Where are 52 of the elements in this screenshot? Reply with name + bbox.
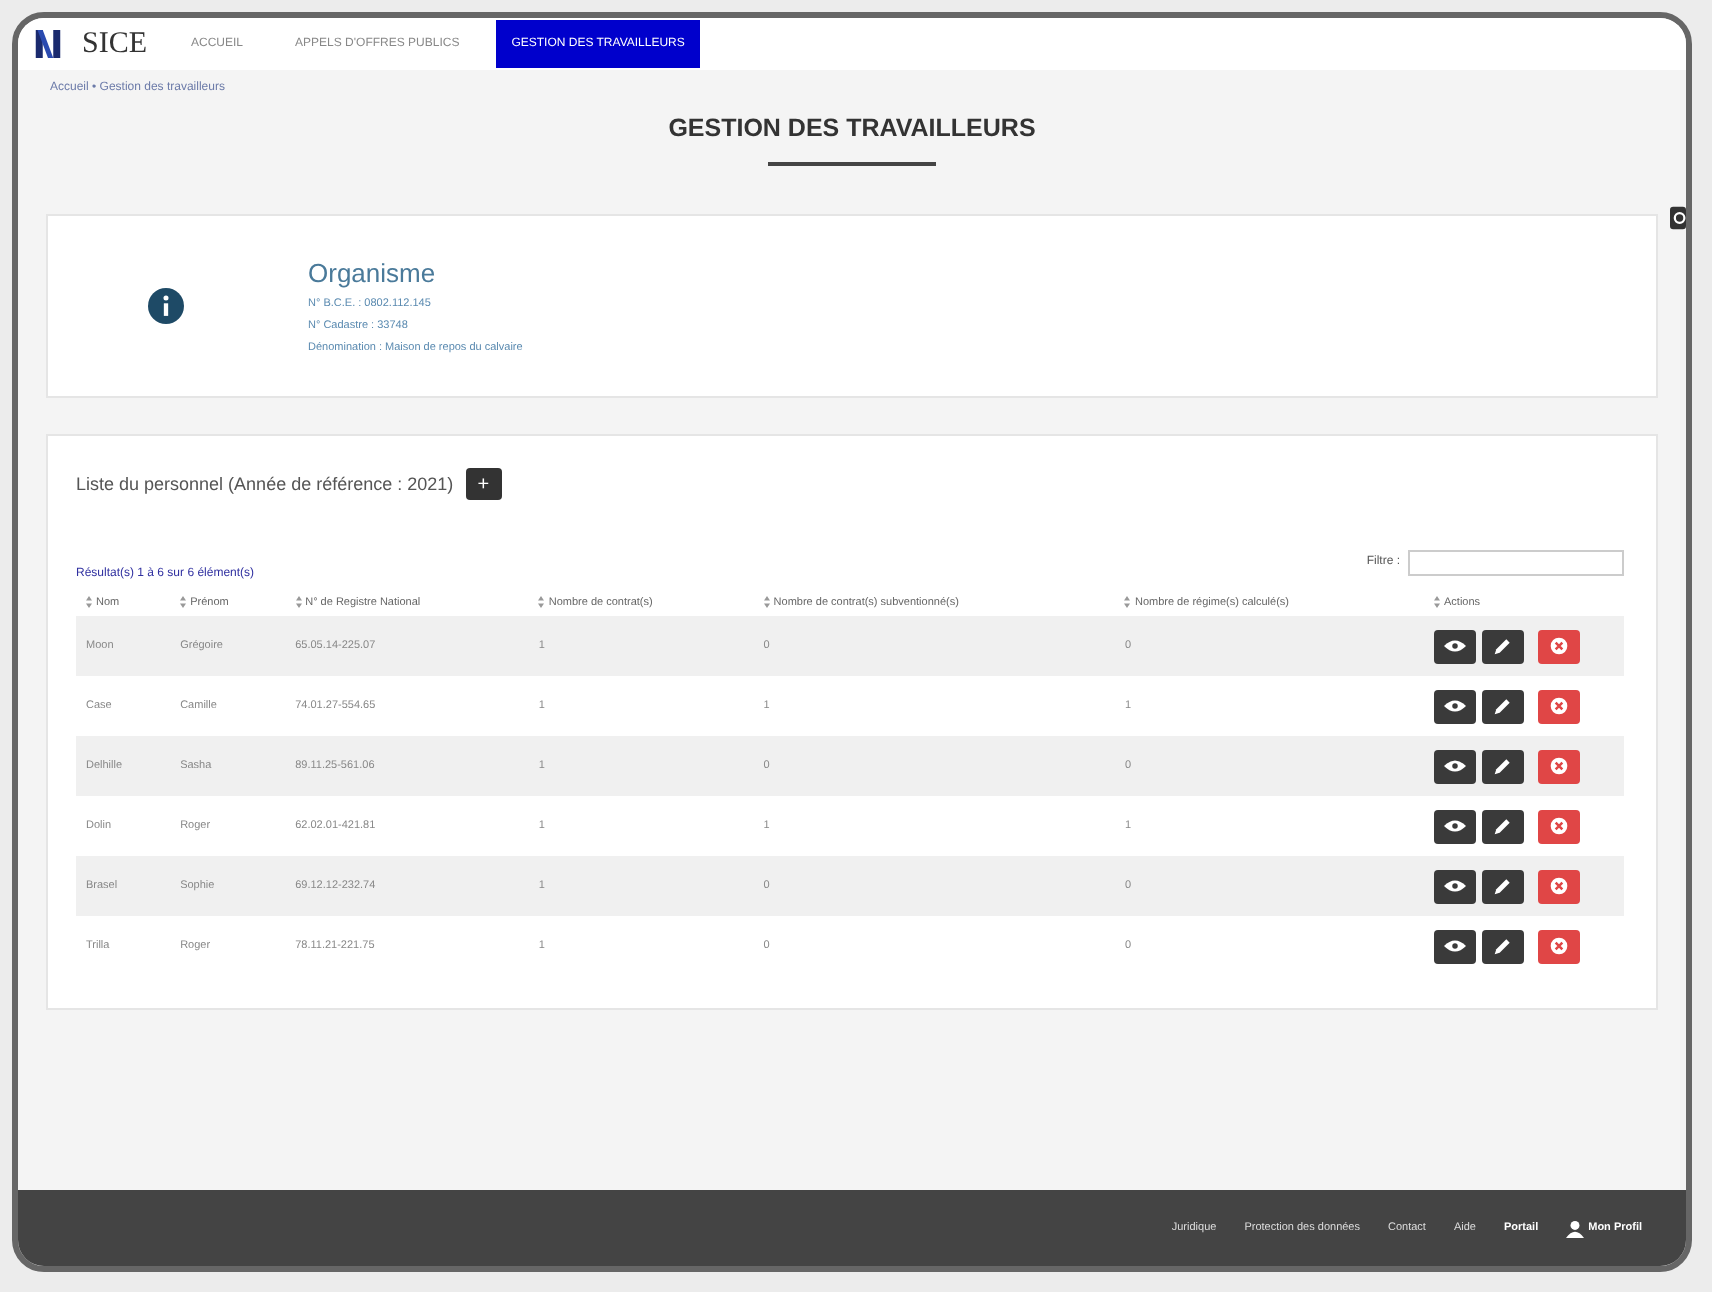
user-icon bbox=[1566, 1219, 1585, 1237]
delete-button[interactable] bbox=[1538, 869, 1580, 904]
delete-button[interactable] bbox=[1538, 689, 1580, 724]
sort-icon bbox=[1124, 596, 1131, 608]
delete-button[interactable] bbox=[1538, 629, 1580, 664]
sort-icon bbox=[180, 596, 187, 608]
view-button[interactable] bbox=[1434, 749, 1476, 784]
sort-icon bbox=[763, 596, 770, 608]
view-button[interactable] bbox=[1434, 809, 1476, 844]
organisme-heading: Organisme bbox=[308, 258, 438, 288]
pencil-icon bbox=[1492, 876, 1514, 897]
pencil-icon bbox=[1492, 636, 1514, 657]
page-title: GESTION DES TRAVAILLEURS bbox=[668, 114, 1036, 142]
edit-button[interactable] bbox=[1482, 749, 1524, 784]
sort-icon bbox=[295, 596, 302, 608]
logo-icon bbox=[34, 24, 62, 64]
add-button[interactable]: + bbox=[465, 468, 502, 500]
delete-button[interactable] bbox=[1538, 809, 1580, 844]
view-button[interactable] bbox=[1434, 869, 1476, 904]
eye-icon bbox=[1444, 876, 1466, 897]
delete-button[interactable] bbox=[1538, 929, 1580, 964]
sort-icon bbox=[538, 596, 545, 608]
close-icon bbox=[1548, 756, 1570, 777]
pencil-icon bbox=[1492, 696, 1514, 717]
edit-button[interactable] bbox=[1482, 869, 1524, 904]
close-icon bbox=[1548, 696, 1570, 717]
filter-field[interactable] bbox=[1408, 549, 1624, 575]
eye-icon bbox=[1444, 696, 1466, 717]
sort-icon bbox=[1434, 596, 1440, 608]
view-button[interactable] bbox=[1434, 689, 1476, 724]
edit-button[interactable] bbox=[1482, 629, 1524, 664]
eye-icon bbox=[1444, 756, 1466, 777]
pencil-icon bbox=[1492, 816, 1514, 837]
eye-icon bbox=[1444, 816, 1466, 837]
close-icon bbox=[1548, 816, 1570, 837]
edit-button[interactable] bbox=[1482, 689, 1524, 724]
view-button[interactable] bbox=[1434, 629, 1476, 664]
pencil-icon bbox=[1492, 936, 1514, 957]
info-icon bbox=[148, 288, 184, 324]
close-icon bbox=[1548, 936, 1570, 957]
sort-icon bbox=[86, 596, 92, 608]
edit-button[interactable] bbox=[1482, 929, 1524, 964]
delete-button[interactable] bbox=[1538, 749, 1580, 784]
close-icon bbox=[1548, 636, 1570, 657]
eye-icon bbox=[1444, 636, 1466, 657]
list-heading: Liste du personnel (Année de référence : 2021) bbox=[76, 474, 454, 494]
pencil-icon bbox=[1492, 756, 1514, 777]
brand-name[interactable]: SICE bbox=[82, 27, 148, 61]
edit-button[interactable] bbox=[1482, 809, 1524, 844]
close-icon bbox=[1548, 876, 1570, 897]
eye-icon bbox=[1444, 936, 1466, 957]
view-button[interactable] bbox=[1434, 929, 1476, 964]
